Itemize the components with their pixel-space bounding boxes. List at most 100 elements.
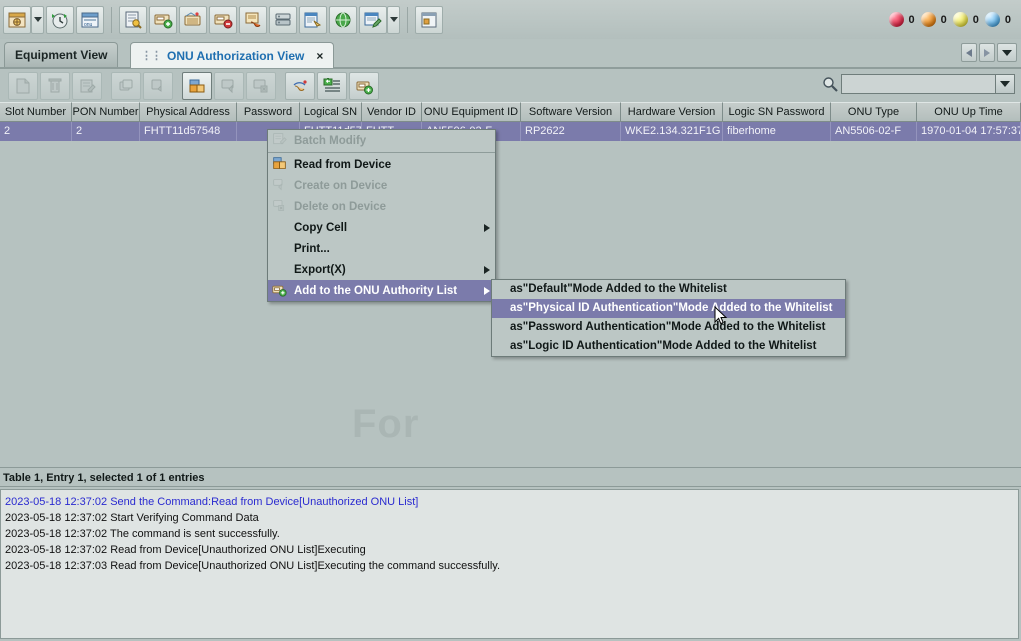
search-area — [819, 72, 1015, 96]
report-edit-icon[interactable] — [359, 5, 387, 34]
table-cell[interactable]: 1970-01-04 17:57:37 — [917, 122, 1021, 141]
menu-item-label: Create on Device — [294, 179, 388, 192]
paste-rows-button[interactable] — [143, 71, 173, 100]
network-window-dropdown-arrow[interactable] — [31, 5, 44, 34]
card-config-icon[interactable] — [299, 5, 327, 34]
performance-clock-icon[interactable] — [46, 5, 74, 34]
delete-on-device-icon — [272, 198, 289, 215]
window-panel-icon[interactable] — [415, 5, 443, 34]
chevron-down-icon-2 — [389, 17, 398, 22]
server-rack-icon[interactable] — [269, 5, 297, 34]
add-device-icon[interactable] — [149, 5, 177, 34]
add-to-list-button[interactable] — [317, 71, 347, 100]
column-header[interactable]: ONU Equipment ID — [422, 102, 521, 122]
column-header[interactable]: Vendor ID — [362, 102, 422, 122]
submenu-arrow-icon — [484, 287, 490, 295]
search-input[interactable] — [841, 74, 996, 94]
warning-alarm-count: 0 — [1004, 13, 1011, 26]
major-alarm-count: 0 — [940, 13, 947, 26]
major-alarm-lamp — [920, 12, 936, 27]
report-dropdown-arrow[interactable] — [387, 5, 400, 34]
major-alarm-indicator[interactable]: 0 — [920, 12, 947, 27]
table-cell[interactable]: 2 — [72, 122, 140, 141]
read-from-device-button[interactable] — [182, 71, 212, 100]
table-cell[interactable]: AN5506-02-F — [831, 122, 917, 141]
menu-batch-modify: Batch Modify — [268, 130, 495, 151]
toolbar-divider-1 — [111, 6, 112, 33]
column-header[interactable]: Hardware Version — [621, 102, 723, 122]
table-cell[interactable]: FHTT11d57548 — [140, 122, 237, 141]
log-panel[interactable]: 2023-05-18 12:37:02 Send the Command:Rea… — [0, 489, 1019, 639]
menu-item-label: Read from Device — [294, 158, 392, 171]
new-record-button[interactable] — [8, 71, 38, 100]
create-on-device-button[interactable] — [214, 71, 244, 100]
submenu-password-mode[interactable]: as"Password Authentication"Mode Added to… — [492, 318, 845, 337]
alarm-hand-icon[interactable] — [239, 5, 267, 34]
column-header[interactable]: ONU Type — [831, 102, 917, 122]
tab-list-button[interactable] — [997, 43, 1017, 62]
log-line: 2023-05-18 12:37:02 Send the Command:Rea… — [5, 496, 419, 508]
log-line: 2023-05-18 12:37:02 Read from Device[Una… — [5, 544, 366, 556]
menu-item-label: Add to the ONU Authority List — [294, 284, 458, 297]
copy-rows-button[interactable] — [111, 71, 141, 100]
next-tab-button[interactable] — [979, 43, 995, 62]
column-header[interactable]: PON Number — [72, 102, 140, 122]
table-cell[interactable]: WKE2.134.321F1G — [621, 122, 723, 141]
search-dropdown-button[interactable] — [995, 74, 1015, 94]
table-toolbar — [0, 69, 1021, 103]
chevron-down-icon-3 — [1002, 49, 1012, 56]
tab-onu-authorization-view[interactable]: ⋮⋮ ONU Authorization View × — [130, 42, 335, 68]
status-bar: Table 1, Entry 1, selected 1 of 1 entrie… — [0, 467, 1021, 487]
alarm-indicators: 0 0 0 0 — [883, 0, 1011, 39]
log-line: 2023-05-18 12:37:02 The command is sent … — [5, 528, 280, 540]
minor-alarm-indicator[interactable]: 0 — [952, 12, 979, 27]
table-cell[interactable]: 2 — [0, 122, 72, 141]
menu-copy-cell[interactable]: Copy Cell — [268, 217, 495, 238]
column-header[interactable]: Physical Address — [140, 102, 237, 122]
table-row[interactable]: 22FHTT11d57548FHTT11d57548FHTTAN5506-02-… — [0, 122, 1021, 141]
table-cell[interactable]: fiberhome — [723, 122, 831, 141]
delete-on-device-button[interactable] — [246, 71, 276, 100]
table-cell[interactable]: RP2622 — [521, 122, 621, 141]
log-line: 2023-05-18 12:37:02 Start Verifying Comm… — [5, 512, 259, 524]
discover-device-icon[interactable] — [179, 5, 207, 34]
submenu-arrow-icon — [484, 224, 490, 232]
add-authority-icon — [272, 282, 289, 299]
menu-print[interactable]: Print... — [268, 238, 495, 259]
submenu-physical-id-mode[interactable]: as"Physical ID Authentication"Mode Added… — [492, 299, 845, 318]
submenu-default-mode[interactable]: as"Default"Mode Added to the Whitelist — [492, 280, 845, 299]
config-key-icon[interactable] — [119, 5, 147, 34]
toolbar-group-device — [116, 5, 403, 34]
network-window-icon[interactable] — [3, 5, 31, 34]
delete-record-button[interactable] — [40, 71, 70, 100]
authorize-onu-button[interactable] — [285, 71, 315, 100]
tab-equipment-view[interactable]: Equipment View — [4, 42, 119, 67]
chevron-right-icon — [984, 48, 990, 57]
menu-add-to-onu-authority-list[interactable]: Add to the ONU Authority List — [268, 280, 495, 301]
previous-tab-button[interactable] — [961, 43, 977, 62]
column-header[interactable]: Password — [237, 102, 300, 122]
menu-item-label: Delete on Device — [294, 200, 387, 213]
menu-read-from-device[interactable]: Read from Device — [268, 154, 495, 175]
read-from-device-icon — [272, 156, 289, 173]
close-icon[interactable]: × — [316, 49, 323, 63]
search-icon[interactable] — [819, 72, 841, 96]
tab-equipment-view-label: Equipment View — [15, 48, 108, 62]
create-on-device-icon — [272, 177, 289, 194]
column-header[interactable]: Slot Number — [0, 102, 72, 122]
column-header[interactable]: Software Version — [521, 102, 621, 122]
critical-alarm-indicator[interactable]: 0 — [888, 12, 915, 27]
column-header[interactable]: Logical SN — [300, 102, 362, 122]
add-onu-button[interactable] — [349, 71, 379, 100]
remove-device-icon[interactable] — [209, 5, 237, 34]
critical-alarm-lamp — [888, 12, 904, 27]
column-header[interactable]: Logic SN Password — [723, 102, 831, 122]
warning-alarm-indicator[interactable]: 0 — [984, 12, 1011, 27]
edit-record-button[interactable] — [72, 71, 102, 100]
menu-item-label: Copy Cell — [294, 221, 348, 234]
menu-export[interactable]: Export(X) — [268, 259, 495, 280]
column-header[interactable]: ONU Up Time — [917, 102, 1021, 122]
globe-refresh-icon[interactable] — [329, 5, 357, 34]
submenu-logic-id-mode[interactable]: as"Logic ID Authentication"Mode Added to… — [492, 337, 845, 356]
onu-list-icon[interactable]: onu — [76, 5, 104, 34]
